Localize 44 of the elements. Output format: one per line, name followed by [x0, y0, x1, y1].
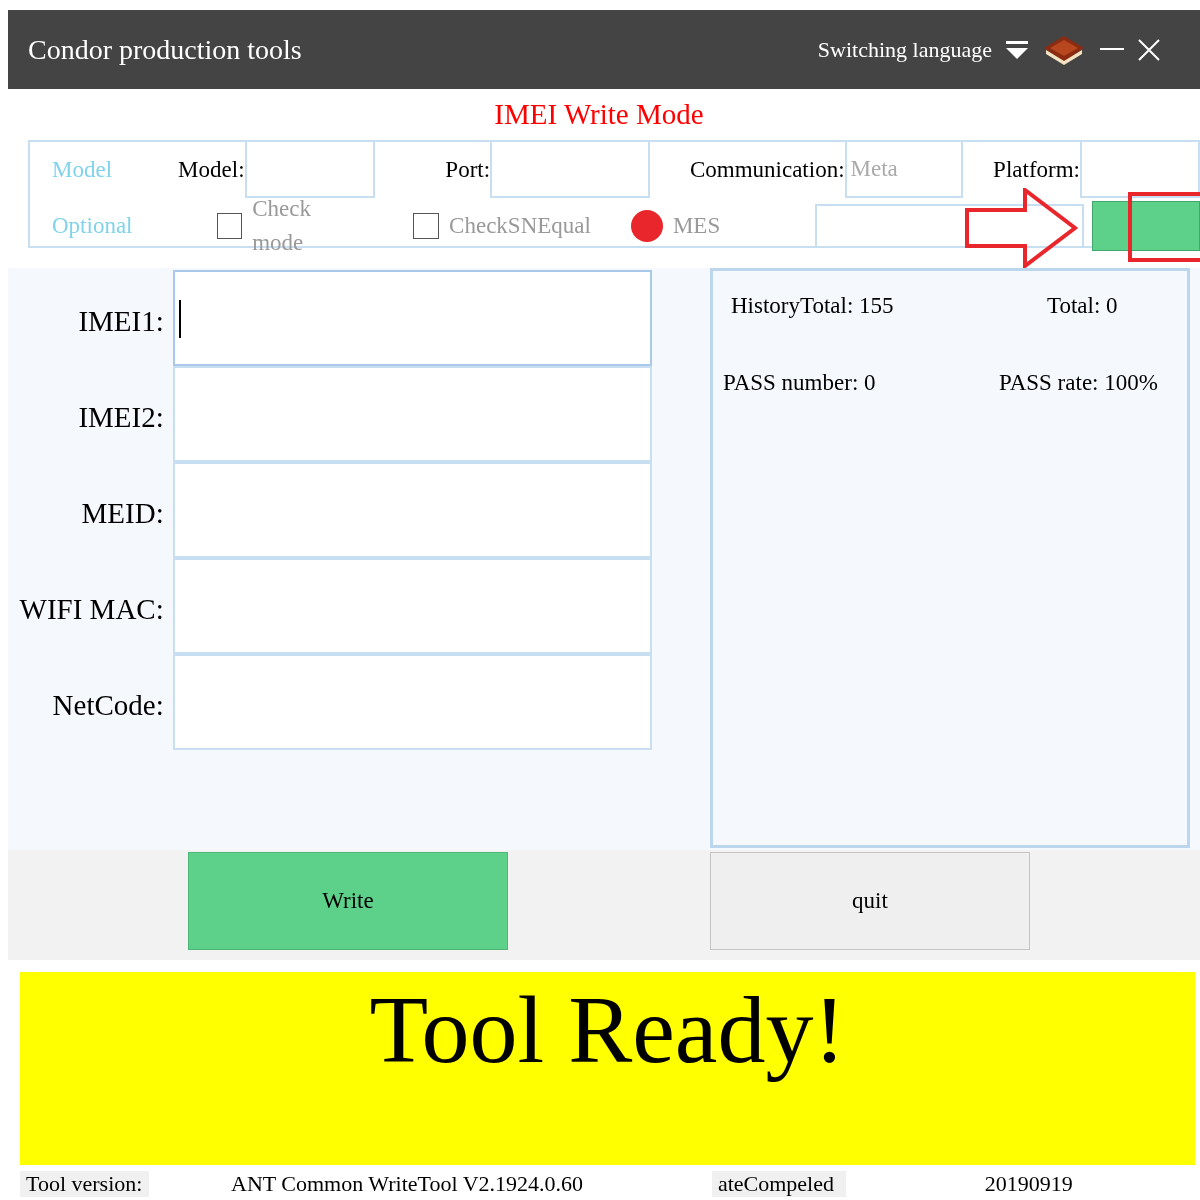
checkbox-label: CheckSNEqual [449, 211, 591, 240]
field-label: Model: [177, 155, 245, 184]
group-label: Model [51, 155, 114, 184]
checkbox[interactable] [413, 213, 440, 239]
mode-title: IMEI Write Mode [494, 96, 704, 132]
group-label: Optional [51, 211, 134, 240]
close-icon[interactable] [1138, 38, 1160, 61]
write-button[interactable]: Write [188, 852, 508, 950]
field-label: IMEI2: [77, 400, 165, 435]
field-label: Communication: [688, 155, 845, 184]
input-field[interactable]: Meta [844, 140, 963, 198]
stat-text: HistoryTotal: 155 [731, 292, 894, 320]
field-label: WIFI MAC: [18, 592, 165, 627]
action-button[interactable] [1092, 201, 1200, 251]
field-label: MEID: [80, 496, 165, 531]
input-field[interactable] [172, 654, 652, 750]
input-field[interactable] [1080, 140, 1200, 198]
input-field[interactable] [172, 366, 652, 462]
window-title: Condor production tools [28, 32, 302, 67]
field-label: Platform: [992, 155, 1080, 184]
input-field[interactable] [172, 270, 652, 366]
status-message: Tool Ready! [369, 975, 846, 1085]
input-field[interactable] [172, 462, 652, 558]
book-icon[interactable] [1042, 33, 1086, 66]
status-label: MES [672, 211, 721, 240]
dropdown-icon[interactable] [1006, 40, 1028, 59]
quit-button[interactable]: quit [710, 852, 1030, 950]
checkbox-label: Check mode [252, 194, 312, 257]
field-label: Port: [444, 155, 491, 184]
checkbox[interactable] [216, 213, 243, 239]
highlight-frame [1128, 192, 1200, 262]
info-value: 20190919 [983, 1171, 1074, 1197]
field-label: IMEI1: [77, 304, 165, 339]
stat-text: PASS rate: 100% [999, 368, 1158, 397]
input-field[interactable] [172, 558, 652, 654]
field-label: NetCode: [51, 688, 165, 723]
input-field[interactable] [815, 204, 1085, 248]
info-label: ateCompeled [711, 1171, 846, 1197]
input-field[interactable] [244, 140, 375, 198]
info-label: Tool version: [20, 1171, 149, 1197]
input-field[interactable] [490, 140, 651, 198]
language-menu[interactable]: Switching language [817, 33, 992, 66]
stat-text: PASS number: 0 [723, 368, 876, 397]
stat-text: Total: 0 [1047, 292, 1118, 320]
